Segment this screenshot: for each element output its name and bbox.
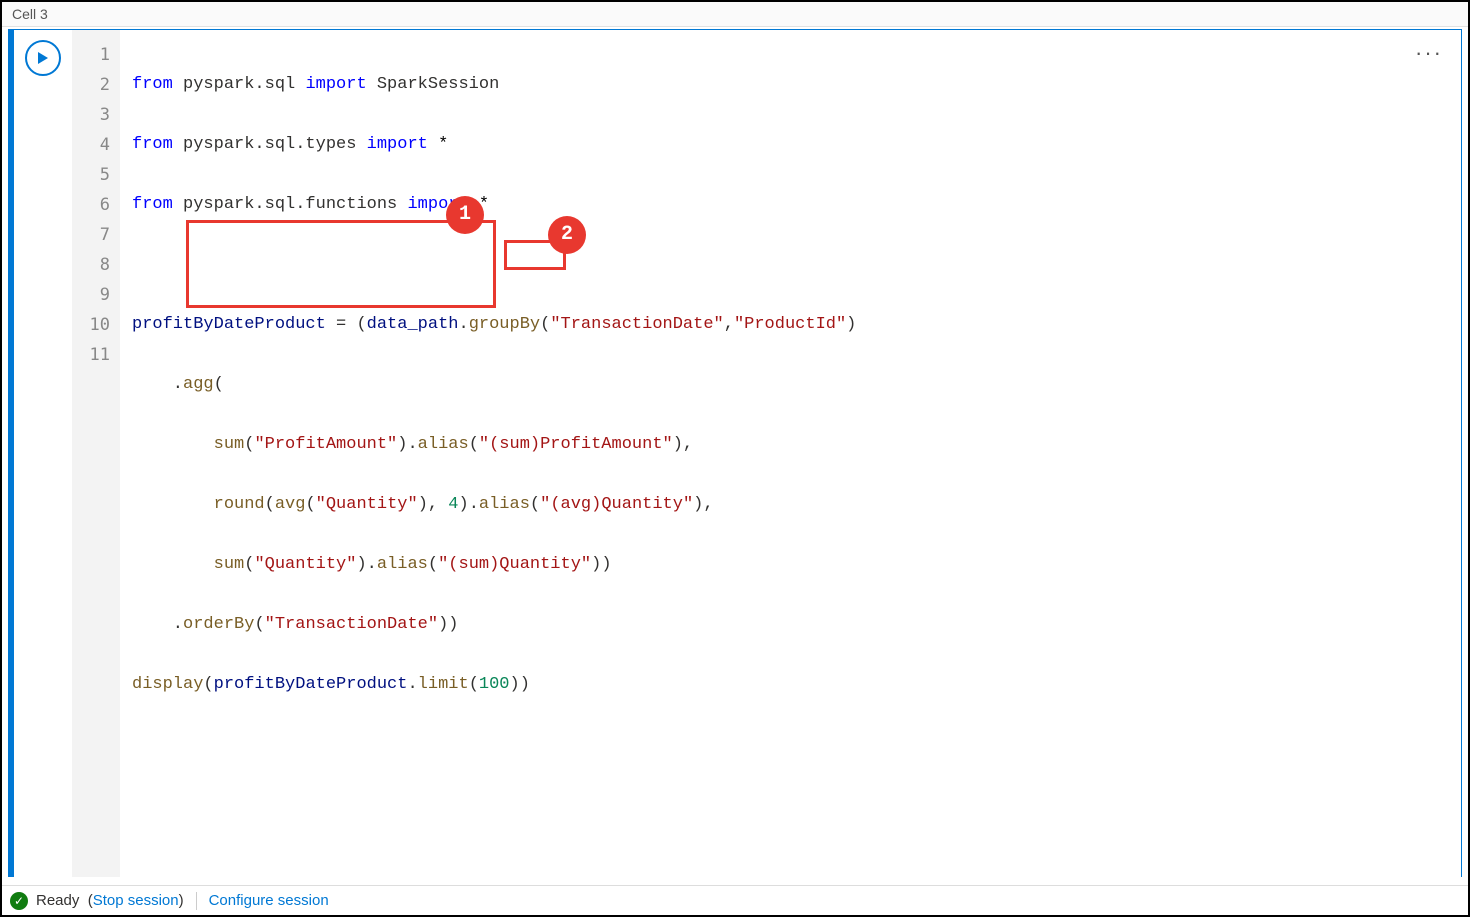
- code-editor[interactable]: from pyspark.sql import SparkSession fro…: [120, 30, 1461, 877]
- line-number: 11: [72, 340, 110, 370]
- cell-more-menu[interactable]: ···: [1415, 40, 1443, 66]
- line-number: 6: [72, 190, 110, 220]
- run-button[interactable]: [25, 40, 61, 76]
- annotation-badge-2: 2: [548, 216, 586, 254]
- line-number: 2: [72, 70, 110, 100]
- cell-title: Cell 3: [2, 2, 1468, 27]
- divider: [196, 892, 197, 910]
- line-gutter: 1 2 3 4 5 6 7 8 9 10 11: [72, 30, 120, 877]
- status-ok-icon: ✓: [10, 892, 28, 910]
- line-number: 5: [72, 160, 110, 190]
- line-number: 8: [72, 250, 110, 280]
- line-number: 9: [72, 280, 110, 310]
- line-number: 7: [72, 220, 110, 250]
- status-bar: ✓ Ready (Stop session) Configure session: [2, 885, 1468, 915]
- line-number: 1: [72, 40, 110, 70]
- play-icon: [35, 50, 51, 66]
- line-number: 3: [72, 100, 110, 130]
- cell-body: 1 2 3 4 5 6 7 8 9 10 11 from pyspark.sql…: [8, 29, 1462, 877]
- run-column: [14, 30, 72, 877]
- line-number: 4: [72, 130, 110, 160]
- code-area: 1 2 3 4 5 6 7 8 9 10 11 from pyspark.sql…: [14, 30, 1461, 877]
- line-number: 10: [72, 310, 110, 340]
- configure-session-link[interactable]: Configure session: [209, 892, 329, 909]
- status-ready-label: Ready: [36, 892, 79, 909]
- stop-session-link[interactable]: Stop session: [93, 892, 179, 909]
